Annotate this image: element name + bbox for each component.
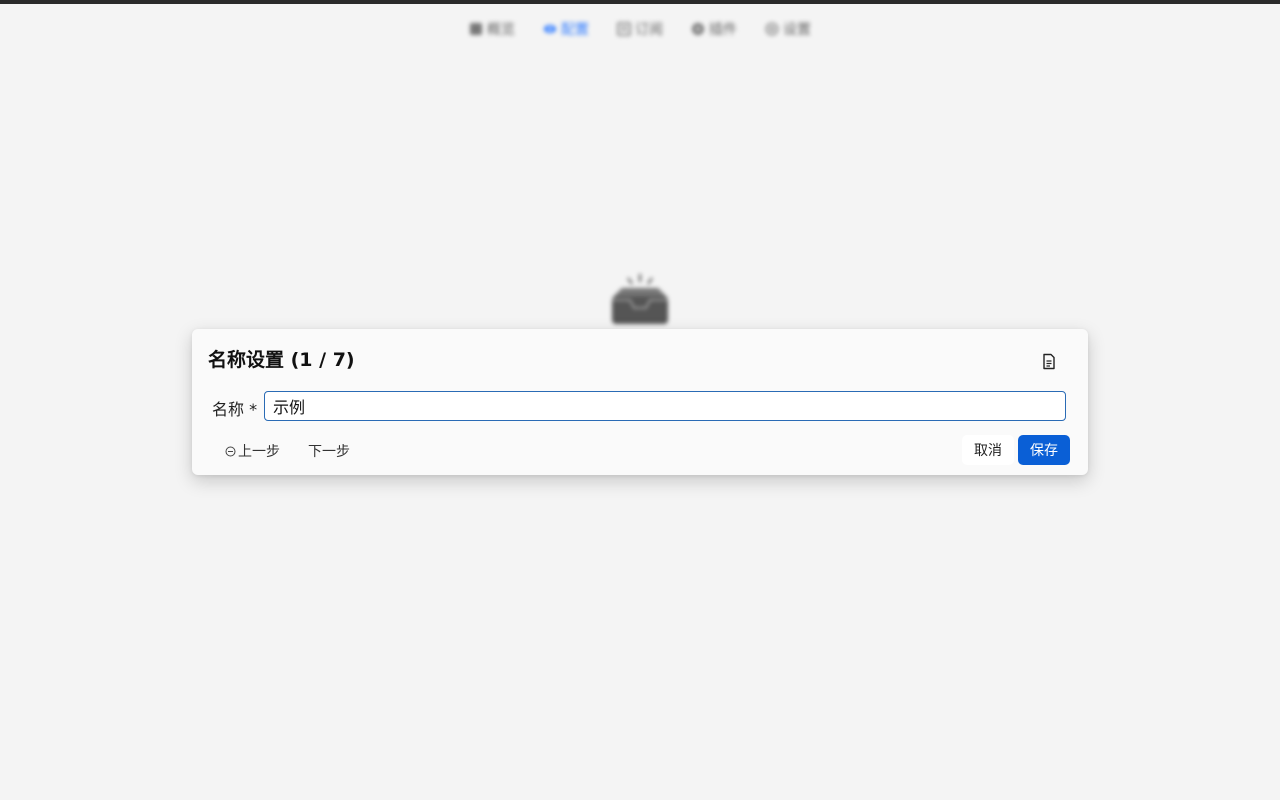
dialog-title: 名称设置 (1 / 7) <box>208 349 355 371</box>
name-field-label: 名称 * <box>212 400 258 419</box>
name-input[interactable] <box>264 391 1066 421</box>
cancel-button[interactable]: 取消 <box>962 435 1014 465</box>
empty-inbox-icon <box>608 272 672 328</box>
nav-item-overview[interactable]: 概览 <box>469 18 515 40</box>
subscription-icon <box>617 22 631 36</box>
settings-icon <box>765 22 779 36</box>
config-icon <box>543 22 557 36</box>
prev-step-button[interactable]: 上一步 <box>225 441 280 461</box>
nav-item-plugin[interactable]: 插件 <box>691 18 737 40</box>
nav-item-label: 订阅 <box>635 22 663 38</box>
name-settings-dialog: 名称设置 (1 / 7) 名称 * 上一步 下一步 取消 保存 <box>192 329 1088 475</box>
prev-step-label: 上一步 <box>238 444 280 460</box>
plugin-icon <box>691 22 705 36</box>
next-step-button[interactable]: 下一步 <box>308 441 350 461</box>
minus-circle-icon <box>225 446 236 457</box>
nav-item-subscription[interactable]: 订阅 <box>617 18 663 40</box>
dashboard-icon <box>469 22 483 36</box>
nav-item-config[interactable]: 配置 <box>543 18 589 40</box>
nav-item-settings[interactable]: 设置 <box>765 18 811 40</box>
nav-item-label: 配置 <box>561 22 589 38</box>
top-nav: 概览 配置 订阅 插件 设置 <box>0 18 1280 40</box>
nav-item-label: 概览 <box>487 22 515 38</box>
save-button[interactable]: 保存 <box>1018 435 1070 465</box>
document-icon[interactable] <box>1041 353 1057 370</box>
nav-item-label: 设置 <box>783 22 811 38</box>
nav-item-label: 插件 <box>709 22 737 38</box>
